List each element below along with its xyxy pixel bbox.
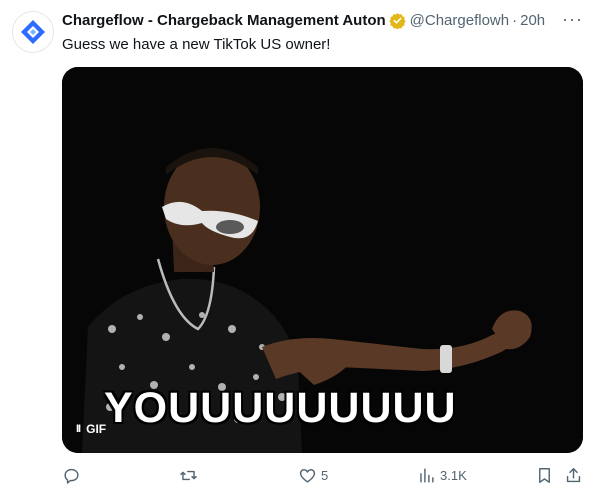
bookmark-icon: [539, 468, 550, 483]
like-button[interactable]: 5: [298, 466, 328, 485]
views-button[interactable]: 3.1K: [417, 466, 467, 485]
more-options-icon[interactable]: ···: [562, 10, 583, 28]
views-count: 3.1K: [440, 468, 467, 483]
post-header: Chargeflow - Chargeback Management Auton…: [62, 10, 585, 30]
gif-caption: YOUUUUUUUUU: [104, 384, 457, 432]
author-name[interactable]: Chargeflow - Chargeback Management Auton: [62, 12, 386, 29]
gif-label: GIF: [86, 422, 107, 436]
reply-icon: [64, 468, 79, 484]
reply-button[interactable]: [62, 466, 85, 485]
chargeflow-logo-icon: [21, 20, 45, 44]
bookmark-button[interactable]: [535, 466, 554, 485]
action-bar: 5 3.1K: [62, 466, 587, 490]
post-text: Guess we have a new TikTok US owner!: [62, 36, 331, 53]
avatar[interactable]: [12, 11, 54, 53]
share-icon: [566, 468, 581, 483]
pause-icon[interactable]: II: [76, 423, 81, 435]
author-handle[interactable]: @Chargeflowh: [410, 12, 509, 29]
heart-icon: [299, 469, 316, 483]
repost-icon: [180, 470, 197, 481]
views-icon: [420, 468, 434, 483]
post-timestamp[interactable]: 20h: [520, 12, 545, 29]
gif-media[interactable]: YOUUUUUUUUU II GIF: [62, 67, 583, 453]
like-count: 5: [321, 468, 329, 483]
share-button[interactable]: [564, 466, 583, 485]
gif-controls[interactable]: II GIF: [76, 422, 106, 436]
verified-badge-icon: [388, 12, 406, 29]
repost-button[interactable]: [179, 466, 202, 485]
separator-dot: ·: [512, 11, 518, 29]
